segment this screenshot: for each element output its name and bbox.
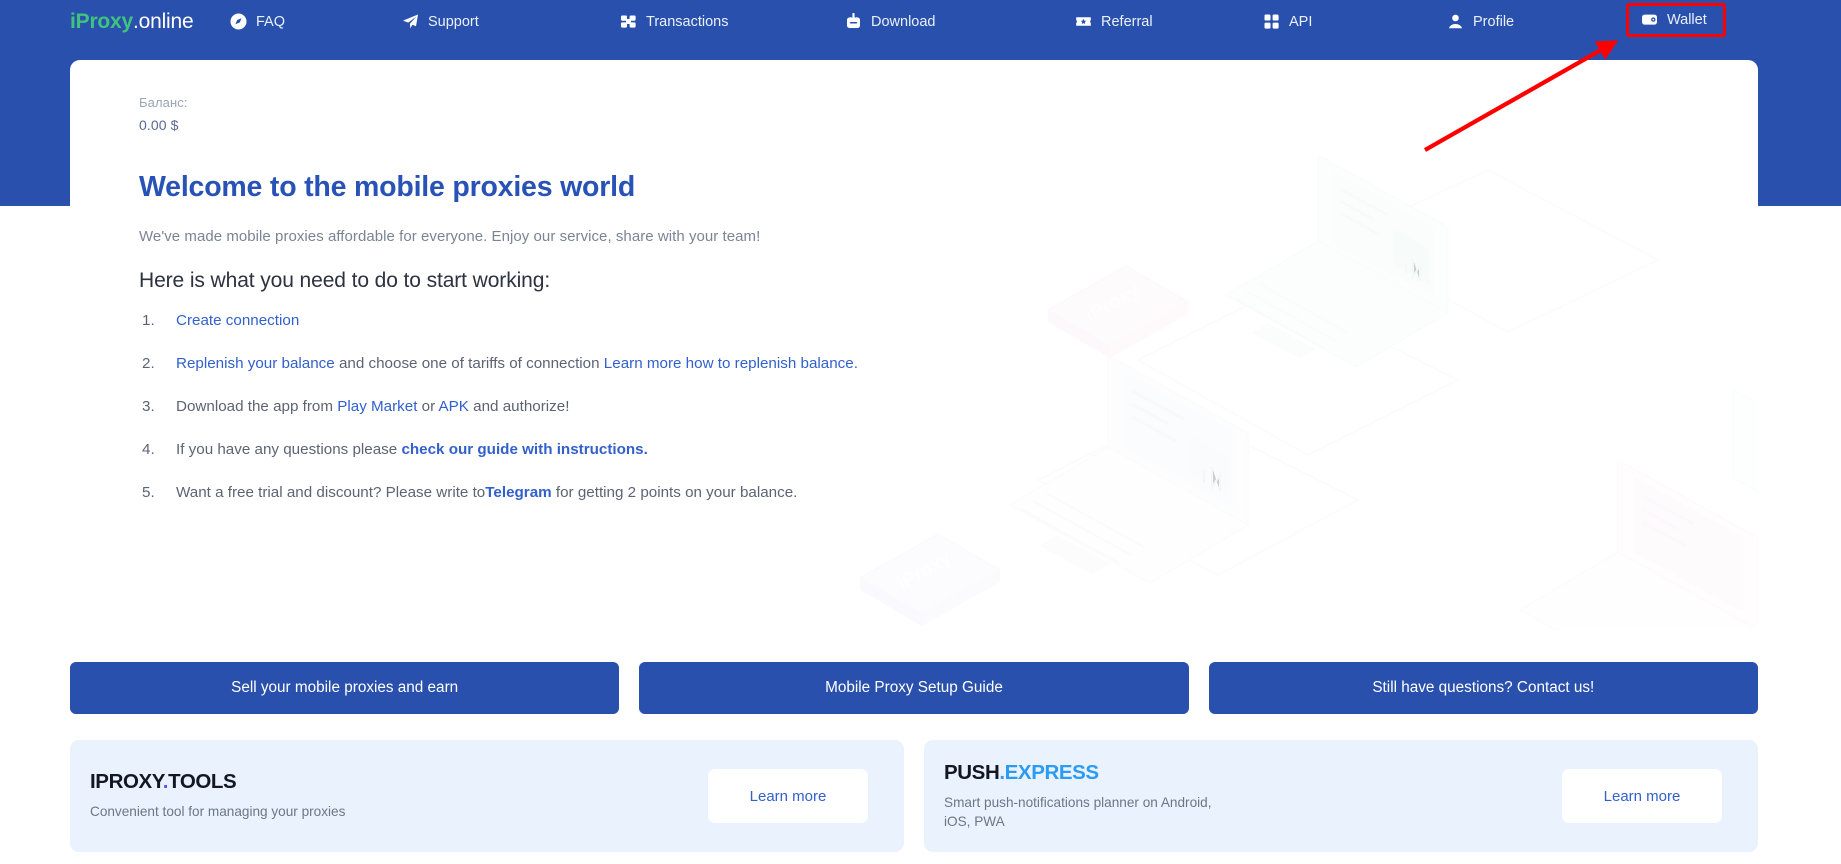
- step-3-text-5: and authorize!: [469, 398, 569, 415]
- cta-button-row: Sell your mobile proxies and earn Mobile…: [70, 662, 1758, 714]
- step-5-text-3: for getting 2 points on your balance.: [552, 484, 798, 501]
- transactions-icon: [620, 13, 637, 30]
- logo-secondary-text: .online: [133, 10, 193, 33]
- nav-item-download[interactable]: Download: [845, 13, 936, 30]
- promo-brand-main: IPROXY: [90, 770, 163, 793]
- onboarding-step-2: Replenish your balance and choose one of…: [139, 354, 1722, 373]
- nav-label-api: API: [1289, 14, 1312, 30]
- download-icon: [845, 13, 862, 30]
- page-title: Welcome to the mobile proxies world: [139, 171, 1722, 204]
- step-3-text-1: Download the app from: [176, 398, 337, 415]
- balance-value: 0.00 $: [139, 117, 1722, 133]
- promo-brand-push-express: PUSH.EXPRESS: [944, 761, 1562, 785]
- promo-brand-tail: TOOLS: [168, 770, 236, 793]
- step-3-link-4[interactable]: APK: [439, 398, 469, 415]
- nav-items-container: FAQ Support: [230, 0, 1790, 48]
- onboarding-step-4: If you have any questions please check o…: [139, 440, 1722, 459]
- step-2-link-3[interactable]: Learn more how to replenish balance.: [604, 355, 858, 372]
- step-4-text-1: If you have any questions please: [176, 441, 401, 458]
- onboarding-step-3: Download the app from Play Market or APK…: [139, 397, 1722, 416]
- promo-card-push-express[interactable]: PUSH.EXPRESS Smart push-notifications pl…: [924, 740, 1758, 852]
- nav-item-referral[interactable]: Referral: [1075, 13, 1153, 30]
- nav-label-support: Support: [428, 14, 479, 30]
- step-3-text-3: or: [417, 398, 438, 415]
- sell-proxies-button[interactable]: Sell your mobile proxies and earn: [70, 662, 619, 714]
- site-logo[interactable]: iProxy.online: [70, 10, 193, 34]
- onboarding-step-1: Create connection: [139, 311, 1722, 330]
- step-3-link-2[interactable]: Play Market: [337, 398, 417, 415]
- step-1-link-1[interactable]: Create connection: [176, 312, 299, 329]
- grid-squares-icon: [1263, 13, 1280, 30]
- nav-item-support[interactable]: Support: [402, 13, 479, 30]
- nav-label-transactions: Transactions: [646, 14, 728, 30]
- nav-item-transactions[interactable]: Transactions: [620, 13, 728, 30]
- step-2-text-2: and choose one of tariffs of connection: [335, 355, 604, 372]
- step-4-link-2[interactable]: check our guide with instructions.: [401, 441, 647, 458]
- promo-description-iproxy-tools: Convenient tool for managing your proxie…: [90, 803, 360, 821]
- step-5-link-2[interactable]: Telegram: [485, 484, 551, 501]
- nav-item-faq[interactable]: FAQ: [230, 13, 285, 30]
- step-5-text-1: Want a free trial and discount? Please w…: [176, 484, 485, 501]
- onboarding-steps-list: Create connection Replenish your balance …: [139, 311, 1722, 502]
- promo-card-iproxy-tools[interactable]: IPROXY.TOOLS Convenient tool for managin…: [70, 740, 904, 852]
- step-2-link-1[interactable]: Replenish your balance: [176, 355, 335, 372]
- page-root: iProxy.online FAQ Support: [0, 0, 1841, 864]
- nav-label-wallet: Wallet: [1667, 12, 1707, 28]
- nav-label-referral: Referral: [1101, 14, 1153, 30]
- wallet-icon: [1641, 11, 1658, 28]
- learn-more-button-push-express[interactable]: Learn more: [1562, 769, 1722, 823]
- wallet-highlight-box: Wallet: [1626, 3, 1726, 37]
- balance-label: Баланс:: [139, 95, 1722, 110]
- nav-label-profile: Profile: [1473, 14, 1514, 30]
- nav-label-download: Download: [871, 14, 936, 30]
- hero-subtitle: We've made mobile proxies affordable for…: [139, 228, 1722, 245]
- compass-icon: [230, 13, 247, 30]
- nav-label-faq: FAQ: [256, 14, 285, 30]
- promo-card-row: IPROXY.TOOLS Convenient tool for managin…: [70, 740, 1758, 852]
- promo-brand-main: PUSH: [944, 761, 999, 784]
- setup-guide-button[interactable]: Mobile Proxy Setup Guide: [639, 662, 1188, 714]
- promo-brand-tail: EXPRESS: [1005, 761, 1099, 784]
- promo-description-push-express: Smart push-notifications planner on Andr…: [944, 794, 1214, 831]
- promo-text-block: IPROXY.TOOLS Convenient tool for managin…: [90, 770, 708, 821]
- contact-us-button[interactable]: Still have questions? Contact us!: [1209, 662, 1758, 714]
- ticket-star-icon: [1075, 13, 1092, 30]
- hero-card: iProxy iProxy Баланс: 0.00 $ Welcome to …: [70, 60, 1758, 630]
- hero-content: Баланс: 0.00 $ Welcome to the mobile pro…: [70, 60, 1758, 630]
- logo-primary-text: iProxy: [70, 10, 133, 33]
- learn-more-button-iproxy-tools[interactable]: Learn more: [708, 769, 868, 823]
- paper-plane-icon: [402, 13, 419, 30]
- nav-item-profile[interactable]: Profile: [1447, 13, 1514, 30]
- person-icon: [1447, 13, 1464, 30]
- promo-brand-iproxy-tools: IPROXY.TOOLS: [90, 770, 708, 794]
- onboarding-step-5: Want a free trial and discount? Please w…: [139, 483, 1722, 502]
- promo-text-block: PUSH.EXPRESS Smart push-notifications pl…: [944, 761, 1562, 831]
- top-navigation-bar: iProxy.online FAQ Support: [0, 0, 1841, 48]
- steps-heading: Here is what you need to do to start wor…: [139, 269, 1722, 293]
- nav-item-wallet[interactable]: Wallet: [1641, 11, 1707, 28]
- nav-item-api[interactable]: API: [1263, 13, 1312, 30]
